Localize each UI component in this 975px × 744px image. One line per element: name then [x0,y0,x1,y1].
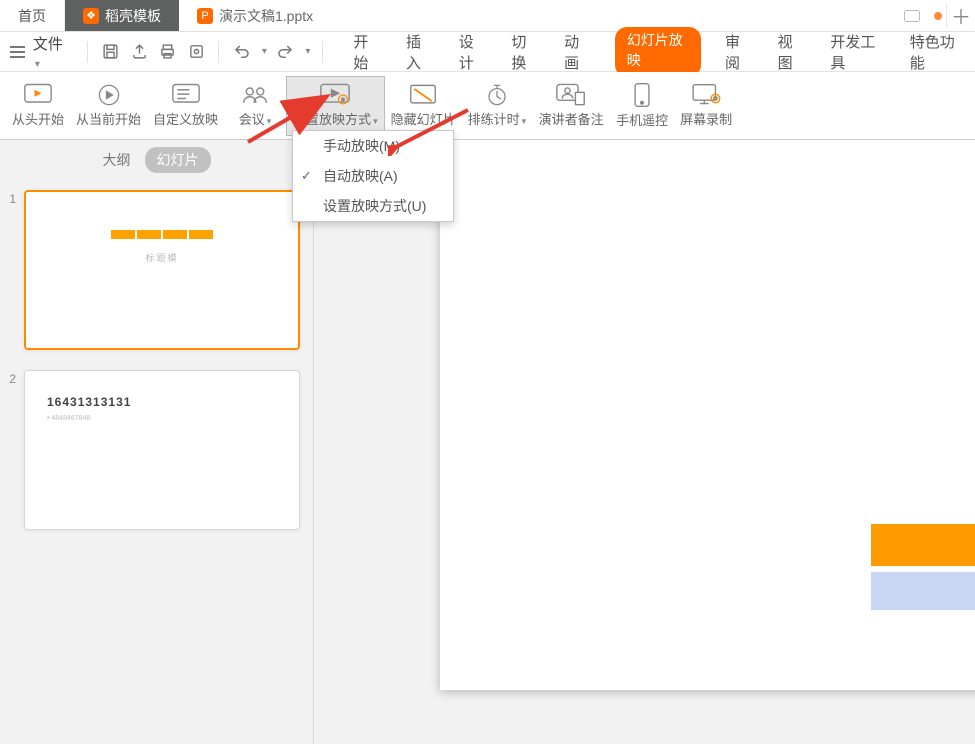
device-icon[interactable] [904,10,920,22]
ribbon-tab-review[interactable]: 审阅 [723,27,754,77]
save-icon[interactable] [100,41,121,63]
dropdown-settings-label: 设置放映方式(U) [323,196,426,216]
dropdown-auto[interactable]: ✓ 自动放映(A) [293,161,453,191]
undo-icon[interactable] [231,41,252,63]
slide2-subtitle: • 4848467848 [47,415,277,422]
file-menu-label: 文件 [33,36,63,53]
ribbon-tab-transition[interactable]: 切换 [509,27,540,77]
presentation-file-icon: P [197,8,213,24]
dropdown-manual-label: 手动放映(M) [323,136,400,156]
tool-rehearse-label: 排练计时▾ [468,109,527,128]
ribbon-tab-view[interactable]: 视图 [776,27,807,77]
redo-icon[interactable] [275,41,296,63]
tool-from-current-label: 从当前开始 [76,109,141,128]
print-preview-icon[interactable] [186,41,207,63]
tool-from-start[interactable]: 从头开始 [6,76,70,136]
ribbon-tab-slideshow[interactable]: 幻灯片放映 [615,27,701,77]
slideshow-toolbar: 从头开始 从当前开始 自定义放映 会议▾ 设置放映方式▾ 隐藏幻灯片 排练计时▾… [0,72,975,140]
tool-presenter-notes-label: 演讲者备注 [539,109,604,128]
qa-separator [87,41,88,63]
tool-custom-show[interactable]: 自定义放映 [147,76,224,136]
ribbon-tab-insert[interactable]: 插入 [404,27,435,77]
tool-meeting-label: 会议▾ [239,109,272,128]
export-icon[interactable] [129,41,150,63]
slide1-bars [54,230,270,239]
thumb-row: 1 标题模 [6,190,303,350]
tab-document-label: 演示文稿1.pptx [219,6,313,26]
tab-home[interactable]: 首页 [0,0,65,31]
workspace: 大纲 幻灯片 1 标题模 2 16431313131 • 4848467848 [0,140,975,744]
ribbon-tab-animation[interactable]: 动画 [562,27,593,77]
tab-document[interactable]: P 演示文稿1.pptx [179,0,331,31]
tool-phone-remote-label: 手机遥控 [616,110,668,129]
slide-number: 1 [6,190,16,350]
status-dot-icon[interactable] [934,12,942,20]
caret-down-icon[interactable]: ▾ [305,46,310,57]
thumb-row: 2 16431313131 • 4848467848 [6,370,303,530]
tool-custom-show-label: 自定义放映 [153,109,218,128]
ribbon-tab-start[interactable]: 开始 [351,27,382,77]
tool-presenter-notes[interactable]: 演讲者备注 [532,76,610,136]
setup-show-dropdown: 手动放映(M) ✓ 自动放映(A) 设置放映方式(U) [292,130,454,222]
tool-screen-record[interactable]: 屏幕录制 [674,76,738,136]
slide-number: 2 [6,370,16,530]
shape-orange[interactable] [871,524,975,566]
slide-panel: 大纲 幻灯片 1 标题模 2 16431313131 • 4848467848 [0,140,314,744]
tab-templates-label: 稻壳模板 [105,6,161,26]
tool-setup-show[interactable]: 设置放映方式▾ [286,76,385,136]
tool-meeting[interactable]: 会议▾ [224,76,286,136]
tool-from-start-label: 从头开始 [12,109,64,128]
file-menu[interactable]: 文件 ▾ [33,33,71,71]
ribbon-tab-design[interactable]: 设计 [457,27,488,77]
tool-rehearse[interactable]: 排练计时▾ [462,76,533,136]
caret-down-icon: ▾ [35,59,40,70]
fire-icon: ❖ [83,8,99,24]
ribbon-tab-devtools[interactable]: 开发工具 [828,27,885,77]
ribbon-row: 文件 ▾ ▾ ▾ 开始 插入 设计 切换 动画 幻灯片放映 审阅 视图 开发工具… [0,32,975,72]
slide1-caption: 标题模 [54,251,270,264]
panel-tab-slides[interactable]: 幻灯片 [145,147,211,173]
qa-separator [322,41,323,63]
slide-thumbnails: 1 标题模 2 16431313131 • 4848467848 [0,180,313,744]
slide2-title: 16431313131 [47,395,277,409]
tool-setup-show-label: 设置放映方式▾ [293,109,378,128]
tool-hide-slide-label: 隐藏幻灯片 [391,109,456,128]
panel-header: 大纲 幻灯片 [0,140,313,180]
print-icon[interactable] [157,41,178,63]
hamburger-icon[interactable] [10,46,25,58]
tool-hide-slide[interactable]: 隐藏幻灯片 [385,76,462,136]
tab-templates[interactable]: ❖ 稻壳模板 [65,0,179,31]
slide-thumb-2[interactable]: 16431313131 • 4848467848 [24,370,300,530]
tool-phone-remote[interactable]: 手机遥控 [610,76,674,136]
slide-thumb-1[interactable]: 标题模 [24,190,300,350]
tool-from-current[interactable]: 从当前开始 [70,76,147,136]
ribbon-tab-special[interactable]: 特色功能 [908,27,965,77]
dropdown-manual[interactable]: 手动放映(M) [293,131,453,161]
dropdown-settings[interactable]: 设置放映方式(U) [293,191,453,221]
caret-down-icon[interactable]: ▾ [262,46,267,57]
tool-screen-record-label: 屏幕录制 [680,109,732,128]
panel-tab-outline[interactable]: 大纲 [103,150,131,170]
checkmark-icon: ✓ [301,168,312,184]
ribbon-tabs: 开始 插入 设计 切换 动画 幻灯片放映 审阅 视图 开发工具 特色功能 [351,27,965,77]
dropdown-auto-label: 自动放映(A) [323,166,398,186]
shape-blue[interactable] [871,572,975,610]
slide-editor[interactable] [314,140,975,744]
tab-home-label: 首页 [18,6,46,26]
qa-separator [218,41,219,63]
